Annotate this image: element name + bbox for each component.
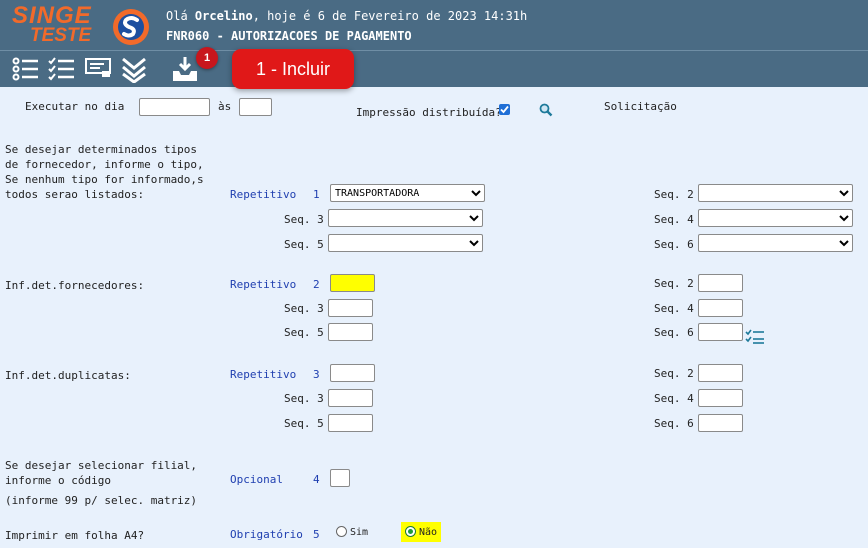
tipos-text-2: de fornecedor, informe o tipo, <box>5 158 204 171</box>
filial-status: Opcional <box>230 473 283 486</box>
duplicatas-seq4-input[interactable] <box>698 389 743 407</box>
logo-emblem-icon <box>113 9 149 45</box>
fornecedores-seq2-label: Seq. 2 <box>654 277 694 290</box>
fornecedores-number: 2 <box>313 278 320 291</box>
a4-sim-label: Sim <box>350 527 369 538</box>
checklist-icon[interactable] <box>47 55 75 83</box>
executar-label: Executar no dia <box>25 100 125 113</box>
tipos-seq6-label: Seq. 6 <box>654 238 694 251</box>
toolbar <box>0 50 868 87</box>
impressao-checkbox[interactable] <box>499 104 510 115</box>
filial-number: 4 <box>313 473 320 486</box>
impressao-label: Impressão distribuída? <box>356 106 502 119</box>
filial-text-2: informe o código <box>5 474 111 487</box>
fornecedores-seq3-input[interactable] <box>328 299 373 317</box>
as-label: às <box>218 100 232 113</box>
program-title: FNR060 - AUTORIZACOES DE PAGAMENTO <box>166 29 412 43</box>
a4-number: 5 <box>313 528 320 541</box>
fornecedores-seq4-input[interactable] <box>698 299 743 317</box>
fornecedores-seq1-input[interactable] <box>330 274 375 292</box>
fornecedores-seq3-label: Seq. 3 <box>284 302 324 315</box>
tipos-seq5-label: Seq. 5 <box>284 238 324 251</box>
logo-bottom-text: TESTE <box>30 25 92 46</box>
tipos-seq1-select[interactable]: TRANSPORTADORA <box>330 184 485 202</box>
tipos-seq4-select[interactable] <box>698 209 853 227</box>
tipos-seq3-label: Seq. 3 <box>284 213 324 226</box>
tipos-text-4: todos serao listados: <box>5 188 145 201</box>
app-header: SINGE TESTE Olá Orcelino, hoje é 6 de Fe… <box>0 0 868 50</box>
greeting-suffix: , hoje é 6 de Fevereiro de 2023 14:31h <box>252 9 528 23</box>
fornecedores-status: Repetitivo <box>230 278 297 291</box>
fornecedores-seq5-label: Seq. 5 <box>284 326 324 339</box>
include-download-icon[interactable] <box>171 55 199 83</box>
tipos-seq3-select[interactable] <box>328 209 483 227</box>
duplicatas-seq5-input[interactable] <box>328 414 373 432</box>
program-code: FNR060 <box>166 29 210 43</box>
filial-input[interactable] <box>330 469 350 487</box>
duplicatas-seq4-label: Seq. 4 <box>654 392 694 405</box>
duplicatas-status: Repetitivo <box>230 368 297 381</box>
duplicatas-seq3-label: Seq. 3 <box>284 392 324 405</box>
solicitacao-label: Solicitação <box>604 100 677 113</box>
fornecedores-seq6-label: Seq. 6 <box>654 326 694 339</box>
duplicatas-label: Inf.det.duplicatas: <box>5 369 131 382</box>
form-icon[interactable] <box>84 55 112 83</box>
fornecedores-seq6-input[interactable] <box>698 323 743 341</box>
program-name: - AUTORIZACOES DE PAGAMENTO <box>209 29 412 43</box>
tipos-seq2-select[interactable] <box>698 184 853 202</box>
fornecedores-label: Inf.det.fornecedores: <box>5 279 145 292</box>
duplicatas-seq2-label: Seq. 2 <box>654 367 694 380</box>
a4-status: Obrigatório <box>230 528 303 541</box>
duplicatas-seq3-input[interactable] <box>328 389 373 407</box>
duplicatas-seq2-input[interactable] <box>698 364 743 382</box>
duplicatas-seq1-input[interactable] <box>330 364 375 382</box>
fornecedores-seq2-input[interactable] <box>698 274 743 292</box>
duplicatas-seq6-input[interactable] <box>698 414 743 432</box>
tipos-seq5-select[interactable] <box>328 234 483 252</box>
greeting-line: Olá Orcelino, hoje é 6 de Fevereiro de 2… <box>166 9 527 23</box>
list-icon[interactable] <box>11 55 39 83</box>
tipos-seq4-label: Seq. 4 <box>654 213 694 226</box>
double-chevron-down-icon[interactable] <box>120 55 148 83</box>
tipos-text-3: Se nenhum tipo for informado,s <box>5 173 204 186</box>
checklist-lookup-icon[interactable] <box>745 328 765 344</box>
executar-time-input[interactable] <box>239 98 272 116</box>
a4-nao-label: Não <box>419 527 438 538</box>
a4-label: Imprimir em folha A4? <box>5 529 145 542</box>
duplicatas-number: 3 <box>313 368 320 381</box>
duplicatas-seq5-label: Seq. 5 <box>284 417 324 430</box>
user-name: Orcelino <box>194 9 253 23</box>
fornecedores-seq5-input[interactable] <box>328 323 373 341</box>
fornecedores-seq4-label: Seq. 4 <box>654 302 694 315</box>
filial-text-3: (informe 99 p/ selec. matriz) <box>5 494 198 507</box>
include-callout: 1 - Incluir <box>232 49 354 89</box>
tipos-status: Repetitivo <box>230 188 297 201</box>
search-icon[interactable] <box>539 103 553 117</box>
tipos-text-1: Se desejar determinados tipos <box>5 143 198 156</box>
tipos-number: 1 <box>313 188 320 201</box>
notification-badge: 1 <box>196 47 218 69</box>
greeting-prefix: Olá <box>166 9 195 23</box>
tipos-seq6-select[interactable] <box>698 234 853 252</box>
executar-date-input[interactable] <box>139 98 210 116</box>
duplicatas-seq6-label: Seq. 6 <box>654 417 694 430</box>
filial-text-1: Se desejar selecionar filial, <box>5 459 198 472</box>
tipos-seq2-label: Seq. 2 <box>654 188 694 201</box>
a4-sim-radio[interactable] <box>336 526 347 537</box>
a4-nao-radio[interactable] <box>405 526 416 537</box>
